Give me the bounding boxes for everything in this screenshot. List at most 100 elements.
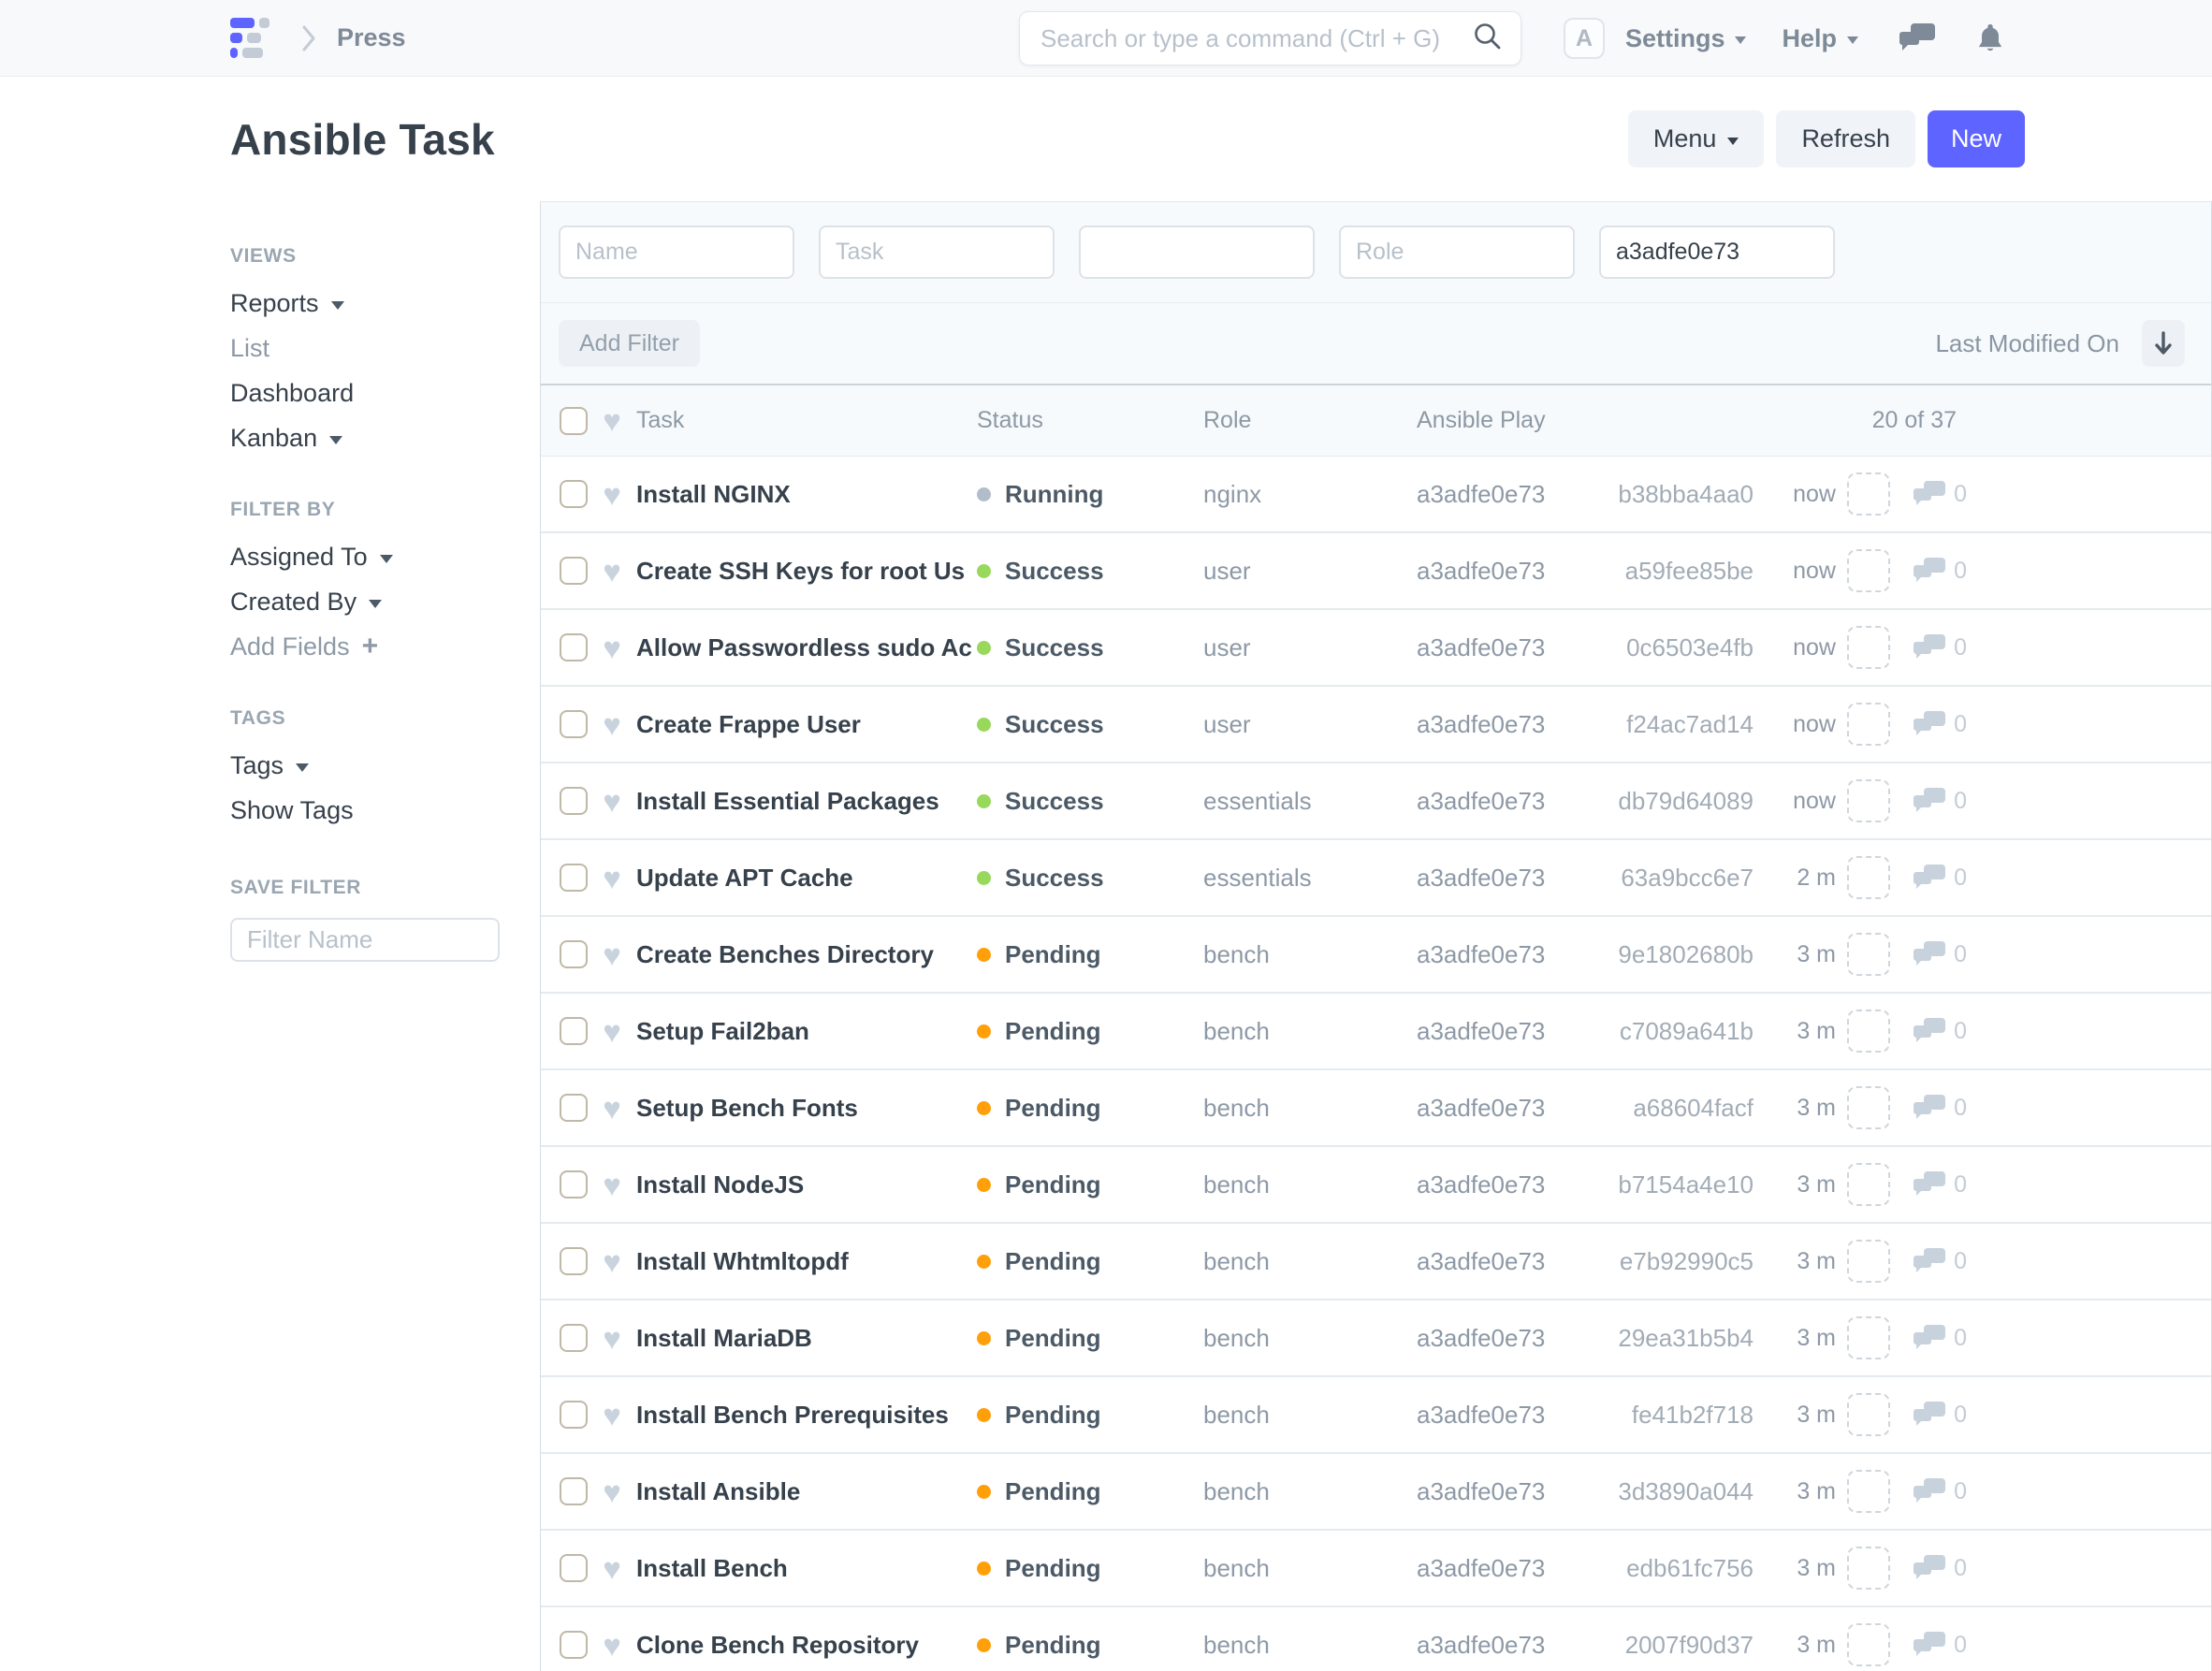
- comments-indicator[interactable]: 0: [1901, 1478, 1972, 1505]
- table-row[interactable]: ♥ Install NodeJS Pending bench a3adfe0e7…: [541, 1147, 2211, 1224]
- frappe-logo-icon[interactable]: [230, 18, 269, 58]
- table-row[interactable]: ♥ Install Ansible Pending bench a3adfe0e…: [541, 1454, 2211, 1531]
- row-checkbox[interactable]: [560, 710, 588, 738]
- comments-indicator[interactable]: 0: [1901, 1248, 1972, 1275]
- column-header-play[interactable]: Ansible Play: [1417, 407, 1615, 434]
- help-menu[interactable]: Help: [1782, 24, 1858, 53]
- search-input[interactable]: [1041, 24, 1472, 53]
- comments-indicator[interactable]: 0: [1901, 941, 1972, 968]
- heart-icon[interactable]: ♥: [603, 1093, 621, 1124]
- heart-icon[interactable]: ♥: [603, 1170, 621, 1200]
- row-checkbox[interactable]: [560, 940, 588, 968]
- table-row[interactable]: ♥ Setup Fail2ban Pending bench a3adfe0e7…: [541, 994, 2211, 1070]
- assign-placeholder[interactable]: [1847, 856, 1890, 899]
- row-checkbox[interactable]: [560, 864, 588, 892]
- task-name-link[interactable]: Install Whtmltopdf: [636, 1247, 977, 1276]
- heart-icon[interactable]: ♥: [603, 939, 621, 970]
- task-name-link[interactable]: Setup Bench Fonts: [636, 1094, 977, 1123]
- chat-bubbles-icon[interactable]: [1899, 23, 1935, 53]
- filter-input-task[interactable]: [819, 225, 1055, 279]
- comments-indicator[interactable]: 0: [1901, 558, 1972, 585]
- sidebar-item-show-tags[interactable]: Show Tags: [230, 788, 502, 833]
- table-row[interactable]: ♥ Create Frappe User Success user a3adfe…: [541, 687, 2211, 763]
- filter-input-status[interactable]: [1079, 225, 1315, 279]
- comments-indicator[interactable]: 0: [1901, 1555, 1972, 1582]
- breadcrumb[interactable]: Press: [337, 23, 406, 52]
- heart-icon[interactable]: ♥: [603, 863, 621, 894]
- bell-icon[interactable]: [1976, 22, 2004, 54]
- assign-placeholder[interactable]: [1847, 1623, 1890, 1666]
- assign-placeholder[interactable]: [1847, 472, 1890, 516]
- assign-placeholder[interactable]: [1847, 626, 1890, 669]
- assign-placeholder[interactable]: [1847, 1086, 1890, 1129]
- heart-icon[interactable]: ♥: [603, 1630, 621, 1661]
- comments-indicator[interactable]: 0: [1901, 788, 1972, 815]
- task-name-link[interactable]: Update APT Cache: [636, 864, 977, 893]
- heart-icon[interactable]: ♥: [603, 479, 621, 510]
- sort-direction-button[interactable]: [2142, 320, 2185, 367]
- assign-placeholder[interactable]: [1847, 1547, 1890, 1590]
- heart-icon[interactable]: ♥: [603, 709, 621, 740]
- table-row[interactable]: ♥ Setup Bench Fonts Pending bench a3adfe…: [541, 1070, 2211, 1147]
- new-button[interactable]: New: [1928, 110, 2025, 167]
- task-name-link[interactable]: Install NGINX: [636, 480, 977, 509]
- task-name-link[interactable]: Setup Fail2ban: [636, 1017, 977, 1046]
- task-name-link[interactable]: Install MariaDB: [636, 1324, 977, 1353]
- filter-input-role[interactable]: [1339, 225, 1575, 279]
- column-header-role[interactable]: Role: [1203, 407, 1417, 434]
- refresh-button[interactable]: Refresh: [1776, 110, 1915, 167]
- column-header-task[interactable]: Task: [636, 407, 977, 434]
- magnifier-icon[interactable]: [1472, 21, 1504, 57]
- row-checkbox[interactable]: [560, 1324, 588, 1352]
- task-name-link[interactable]: Install NodeJS: [636, 1170, 977, 1199]
- select-all-checkbox[interactable]: [560, 407, 588, 435]
- sidebar-item-add-fields[interactable]: Add Fields +: [230, 624, 502, 669]
- comments-indicator[interactable]: 0: [1901, 1171, 1972, 1199]
- sidebar-item-list[interactable]: List: [230, 326, 502, 371]
- filter-input-name[interactable]: [559, 225, 794, 279]
- comments-indicator[interactable]: 0: [1901, 1325, 1972, 1352]
- heart-icon[interactable]: ♥: [603, 1016, 621, 1047]
- filter-input-play[interactable]: [1599, 225, 1835, 279]
- heart-icon[interactable]: ♥: [603, 556, 621, 587]
- comments-indicator[interactable]: 0: [1901, 634, 1972, 661]
- sort-by-selector[interactable]: Last Modified On: [1935, 329, 2119, 358]
- task-name-link[interactable]: Install Ansible: [636, 1477, 977, 1506]
- assign-placeholder[interactable]: [1847, 779, 1890, 822]
- sidebar-item-dashboard[interactable]: Dashboard: [230, 371, 502, 415]
- settings-menu[interactable]: Settings: [1625, 24, 1747, 53]
- heart-icon[interactable]: ♥: [603, 1476, 621, 1507]
- row-checkbox[interactable]: [560, 1401, 588, 1429]
- table-row[interactable]: ♥ Update APT Cache Success essentials a3…: [541, 840, 2211, 917]
- assign-placeholder[interactable]: [1847, 549, 1890, 592]
- task-name-link[interactable]: Create Frappe User: [636, 710, 977, 739]
- table-row[interactable]: ♥ Install MariaDB Pending bench a3adfe0e…: [541, 1300, 2211, 1377]
- table-row[interactable]: ♥ Create SSH Keys for root Us Success us…: [541, 533, 2211, 610]
- record-count[interactable]: 20 of 37: [1615, 407, 1972, 434]
- row-checkbox[interactable]: [560, 1631, 588, 1659]
- comments-indicator[interactable]: 0: [1901, 865, 1972, 892]
- heart-icon[interactable]: ♥: [603, 786, 621, 817]
- row-checkbox[interactable]: [560, 1170, 588, 1199]
- assign-placeholder[interactable]: [1847, 933, 1890, 976]
- row-checkbox[interactable]: [560, 1554, 588, 1582]
- comments-indicator[interactable]: 0: [1901, 1402, 1972, 1429]
- heart-icon[interactable]: ♥: [603, 1246, 621, 1277]
- row-checkbox[interactable]: [560, 787, 588, 815]
- heart-icon[interactable]: ♥: [603, 632, 621, 663]
- comments-indicator[interactable]: 0: [1901, 1018, 1972, 1045]
- table-row[interactable]: ♥ Install Bench Prerequisites Pending be…: [541, 1377, 2211, 1454]
- assign-placeholder[interactable]: [1847, 1010, 1890, 1053]
- task-name-link[interactable]: Allow Passwordless sudo Ac: [636, 633, 977, 662]
- heart-icon[interactable]: ♥: [603, 1400, 621, 1431]
- comments-indicator[interactable]: 0: [1901, 481, 1972, 508]
- assign-placeholder[interactable]: [1847, 703, 1890, 746]
- sidebar-item-reports[interactable]: Reports: [230, 281, 502, 326]
- table-row[interactable]: ♥ Install Bench Pending bench a3adfe0e73…: [541, 1531, 2211, 1607]
- assign-placeholder[interactable]: [1847, 1240, 1890, 1283]
- row-checkbox[interactable]: [560, 1247, 588, 1275]
- table-row[interactable]: ♥ Install Essential Packages Success ess…: [541, 763, 2211, 840]
- row-checkbox[interactable]: [560, 480, 588, 508]
- task-name-link[interactable]: Clone Bench Repository: [636, 1631, 977, 1660]
- comments-indicator[interactable]: 0: [1901, 711, 1972, 738]
